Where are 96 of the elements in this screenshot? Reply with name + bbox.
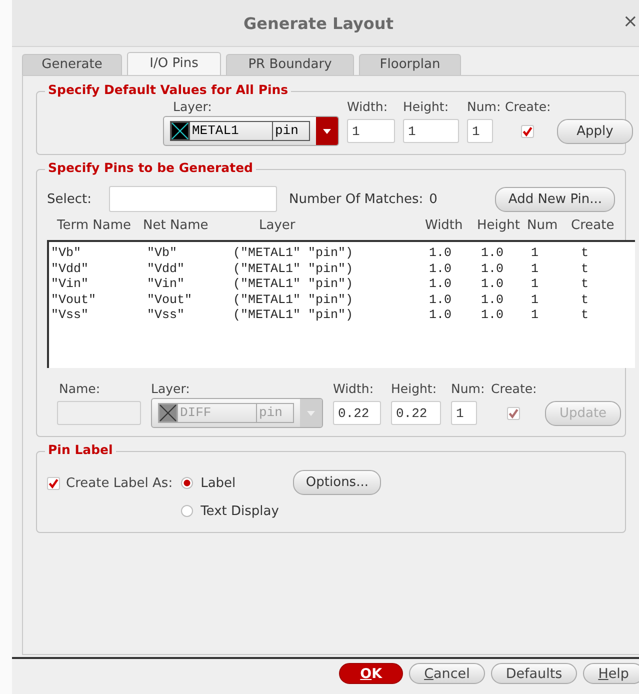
field-label: Num: xyxy=(451,380,485,396)
num-field[interactable]: 1 xyxy=(451,401,477,425)
table-cell-text: 1.0 xyxy=(429,262,453,277)
table-cell-text: ("METAL1" "pin") xyxy=(233,292,354,308)
table-cell-text: "Vb" xyxy=(51,246,82,262)
field-label: Create: xyxy=(505,98,551,114)
table-cell-text: 1 xyxy=(531,308,540,324)
window-title: Generate Layout xyxy=(244,14,394,32)
field-label: Layer: xyxy=(151,380,190,396)
table-cell-text: t xyxy=(580,308,590,324)
dialog-button[interactable]: Help xyxy=(583,663,639,684)
width-field[interactable]: 0.22 xyxy=(333,401,381,425)
layer-purpose: pin xyxy=(274,122,300,140)
table-cell-text: "Vout" xyxy=(51,292,98,308)
field-label: Num: xyxy=(467,98,501,114)
field-label: Width: xyxy=(347,98,388,114)
num-field[interactable]: 1 xyxy=(467,119,493,143)
create-label-checkbox[interactable] xyxy=(47,476,60,490)
table-cell-text: ("METAL1" "pin") xyxy=(233,262,354,277)
group-title: Specify Pins to be Generated xyxy=(45,160,256,175)
caret-icon xyxy=(307,410,315,416)
table-cell-text: 1.0 xyxy=(429,246,453,262)
group-title: Pin Label xyxy=(45,442,116,457)
table-cell-text: 1 xyxy=(531,277,540,292)
table-cell-text: "Vb" xyxy=(147,246,178,262)
table-cell-text: 1.0 xyxy=(481,292,505,308)
table-cell-text: 1 xyxy=(531,262,540,277)
tab[interactable]: Floorplan xyxy=(359,54,461,75)
matches-label: Number Of Matches: xyxy=(289,192,424,206)
column-header: Net Name xyxy=(143,218,210,235)
field-label: Height: xyxy=(391,380,437,396)
table-cell-text: "Vout" xyxy=(147,292,194,308)
table-cell-text: 1 xyxy=(531,292,540,308)
checkbox-label: Create Label As: xyxy=(66,476,173,490)
dialog-button[interactable]: Cancel xyxy=(409,663,485,684)
field-label: Width: xyxy=(333,380,374,396)
radio-button[interactable] xyxy=(180,505,193,517)
matches-count: 0 xyxy=(429,192,438,206)
table-cell-text: t xyxy=(580,262,590,277)
tab[interactable]: I/O Pins xyxy=(127,52,221,75)
table-cell-text: t xyxy=(580,246,590,262)
table-cell-text: "Vdd" xyxy=(51,262,90,277)
layer-purpose: pin xyxy=(258,404,284,422)
table-cell-text: ("METAL1" "pin") xyxy=(233,308,354,324)
table-cell-text: ("METAL1" "pin") xyxy=(233,277,354,292)
table-cell-text: t xyxy=(580,292,590,308)
column-header: Width xyxy=(425,218,464,235)
table-cell-text: 1.0 xyxy=(429,292,453,308)
layer-dropdown[interactable]: METAL1 pin xyxy=(163,116,339,146)
tab[interactable]: Generate xyxy=(22,54,122,75)
table-cell-text: 1.0 xyxy=(481,308,505,324)
radio-label: Text Display xyxy=(200,504,279,518)
table-cell-text: "Vdd" xyxy=(147,262,186,277)
table-cell-text: 1.0 xyxy=(429,277,453,292)
table-cell-text: "Vin" xyxy=(147,277,186,292)
table-cell-text: t xyxy=(580,277,590,292)
table-cell-text: 1.0 xyxy=(481,277,505,292)
column-header: Layer xyxy=(258,218,296,235)
table-cell-text: "Vin" xyxy=(51,277,90,292)
field-label: Name: xyxy=(58,380,100,396)
table-cell-text: 1.0 xyxy=(481,246,505,262)
name-field[interactable] xyxy=(57,401,141,425)
table-cell-text: 1 xyxy=(531,246,540,262)
group-title: Specify Default Values for All Pins xyxy=(45,82,292,97)
add-pin-button[interactable]: Add New Pin... xyxy=(495,186,615,212)
field-label: Layer: xyxy=(172,98,212,114)
select-label: Select: xyxy=(47,192,92,206)
dialog-button[interactable]: OK xyxy=(339,663,404,684)
layer-swatch-icon xyxy=(159,404,177,422)
layer-name: METAL1 xyxy=(189,122,273,140)
create-checkbox[interactable] xyxy=(520,124,534,138)
tab[interactable]: PR Boundary xyxy=(226,54,354,75)
table-cell-text: 1.0 xyxy=(429,308,453,324)
height-field[interactable]: 0.22 xyxy=(391,401,441,425)
radio-button[interactable] xyxy=(180,477,193,489)
options-button[interactable]: Options... xyxy=(292,470,382,495)
layer-name: DIFF xyxy=(177,404,257,422)
select-field[interactable] xyxy=(109,186,277,212)
table-cell-text: 1.0 xyxy=(481,262,505,277)
dialog-button[interactable]: Defaults xyxy=(490,663,578,684)
table-cell-text: "Vss" xyxy=(51,308,90,324)
field-label: Height: xyxy=(403,98,449,114)
table-cell-text: ("METAL1" "pin") xyxy=(233,246,354,262)
column-header: Term Name xyxy=(56,218,132,235)
close-button[interactable]: × xyxy=(622,12,638,32)
field-label: Create: xyxy=(491,380,537,396)
column-header: Height xyxy=(477,218,521,235)
layer-swatch-icon xyxy=(171,122,189,140)
action-button[interactable]: Apply xyxy=(557,118,633,144)
column-header: Create xyxy=(571,218,616,235)
height-field[interactable]: 1 xyxy=(403,119,459,143)
table-cell-text: "Vss" xyxy=(147,308,186,324)
radio-label: Label xyxy=(200,476,236,490)
caret-icon xyxy=(323,128,331,134)
width-field[interactable]: 1 xyxy=(347,119,395,143)
column-header: Num xyxy=(527,218,559,235)
